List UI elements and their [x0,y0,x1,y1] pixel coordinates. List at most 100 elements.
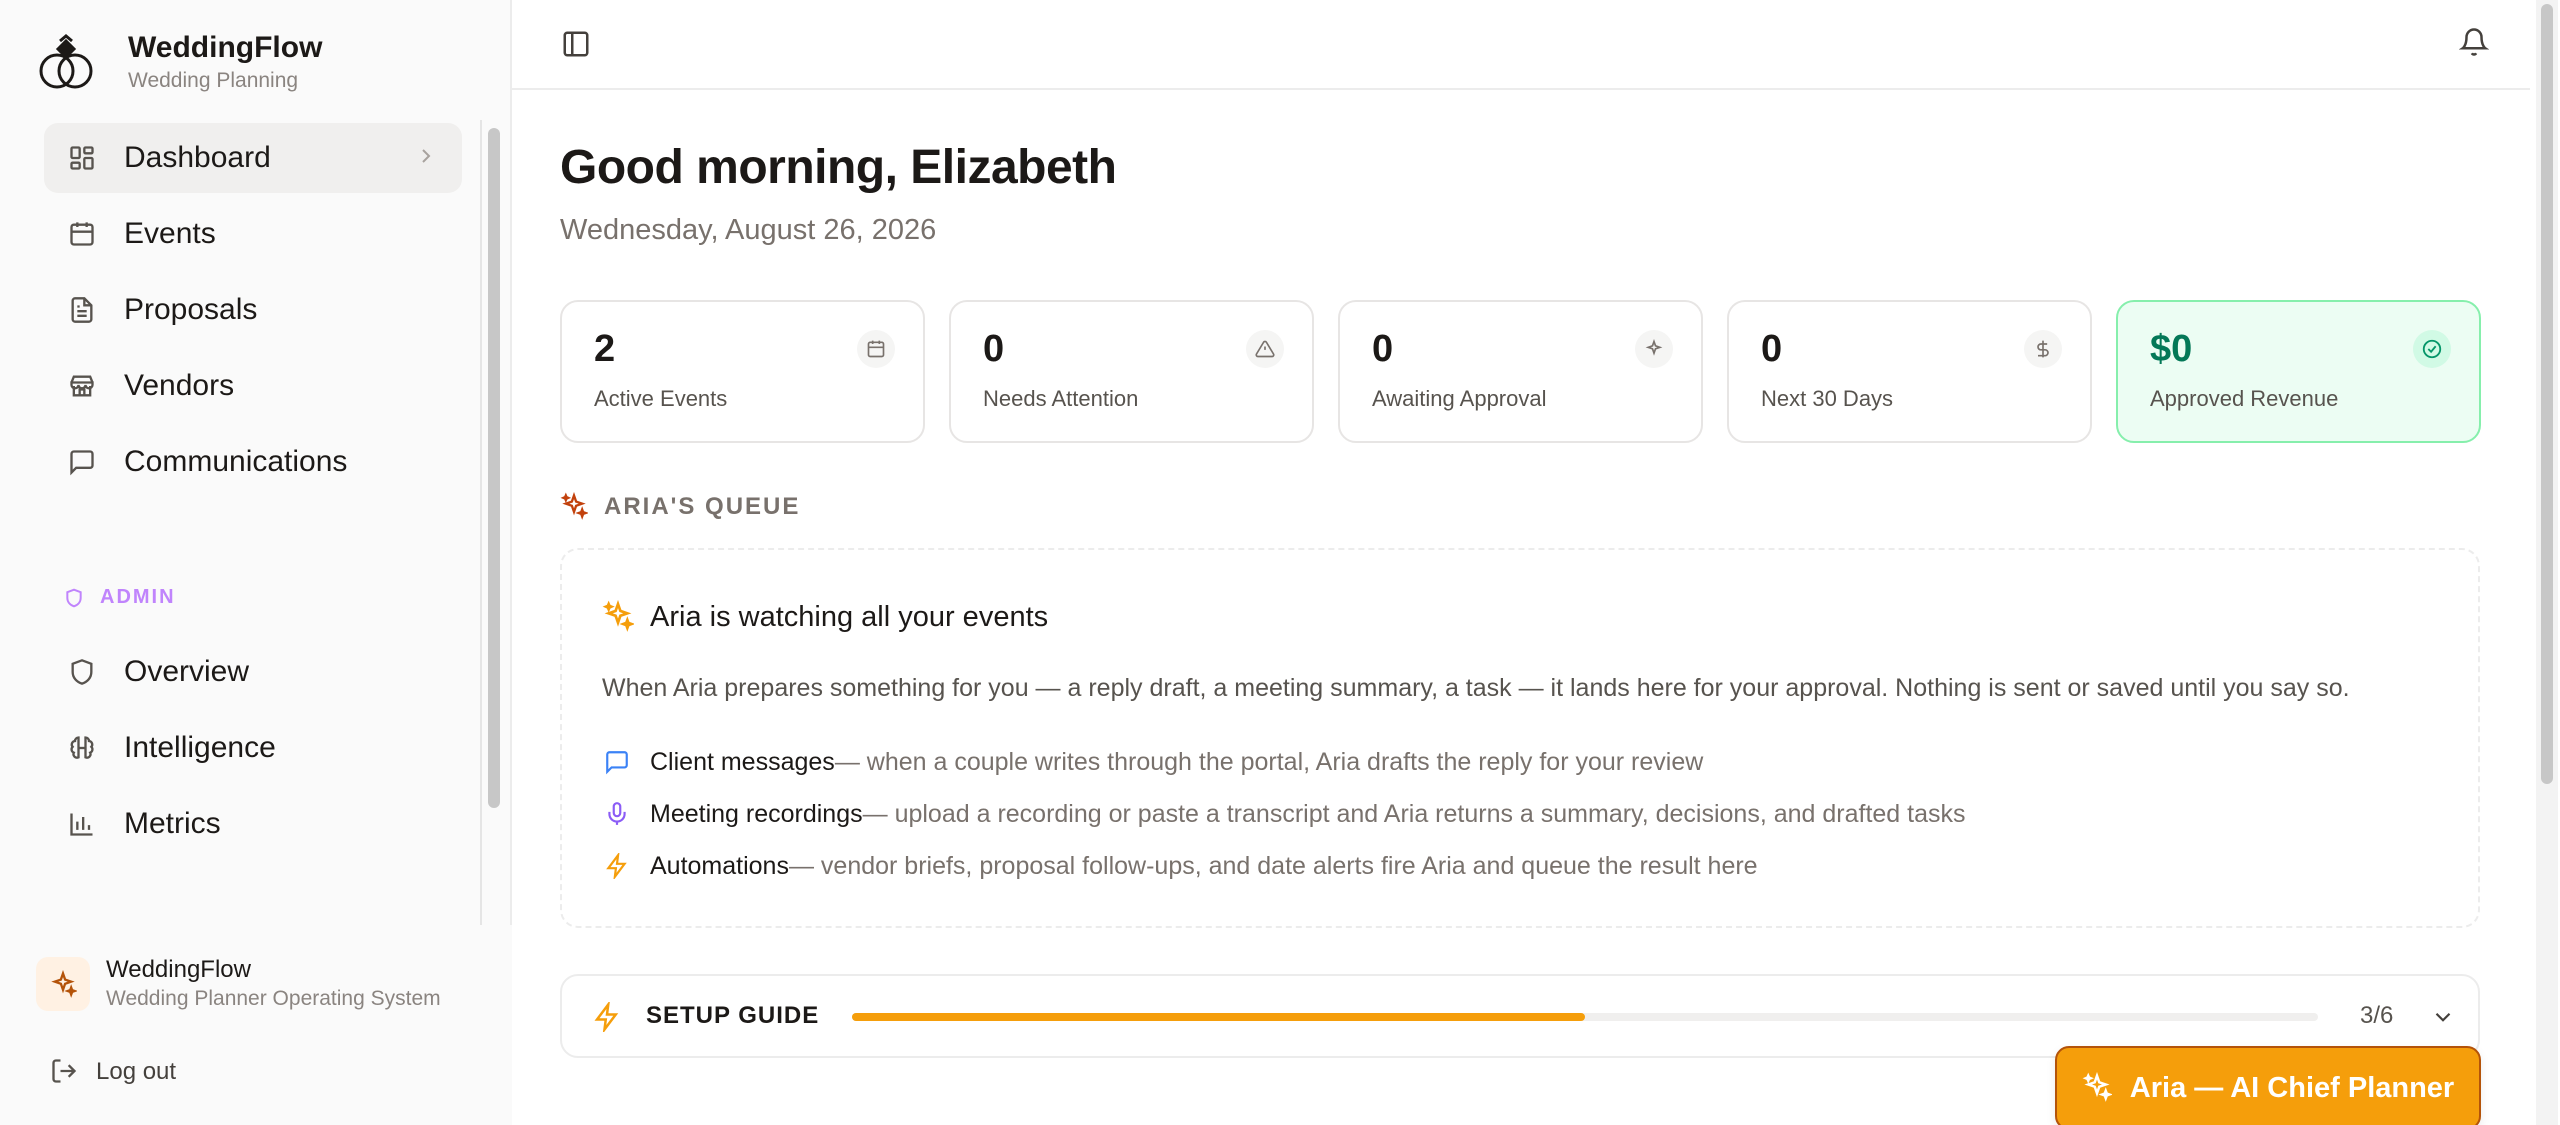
sidebar-item-vendors[interactable]: Vendors [44,351,462,421]
dashboard-icon [66,142,98,174]
sidebar-item-label: Vendors [124,369,235,402]
sidebar-divider [480,120,482,925]
sparkles-icon [2082,1071,2114,1104]
rings-logo-icon [32,31,100,95]
stat-card-next-30-days[interactable]: 0 Next 30 Days [1727,300,2092,443]
admin-section-label: ADMIN [64,586,176,609]
sidebar-item-dashboard[interactable]: Dashboard [44,123,462,193]
brain-icon [66,732,98,764]
sidebar-item-label: Events [124,217,216,250]
stat-label: Needs Attention [983,386,1139,411]
zap-icon [602,851,632,881]
main-nav: Dashboard Events Proposals Vendors Commu… [44,123,462,503]
list-item: Automations — vendor briefs, proposal fo… [602,840,1966,892]
stat-label: Active Events [594,386,728,411]
bell-icon [2459,28,2489,56]
file-text-icon [66,294,98,326]
sidebar-toggle-button[interactable] [556,24,596,64]
chevron-right-icon [414,144,438,173]
setup-guide-title: SETUP GUIDE [646,1002,820,1029]
stat-label: Approved Revenue [2150,386,2339,411]
brand-name: WeddingFlow [128,31,323,64]
list-item-title: Meeting recordings [650,799,863,828]
chat-icon [602,747,632,777]
sidebar-item-communications[interactable]: Communications [44,427,462,497]
main-content: Good morning, Elizabeth Wednesday, Augus… [512,0,2560,1125]
sidebar-item-label: Communications [124,445,348,478]
list-item-text: — vendor briefs, proposal follow-ups, an… [788,851,1758,880]
calendar-icon [857,330,895,368]
aria-button-label: Aria — AI Chief Planner [2129,1071,2455,1104]
list-item-text: — when a couple writes through the porta… [834,747,1704,776]
calendar-icon [66,218,98,250]
sidebar-item-label: Metrics [124,807,221,840]
logout-icon [50,1057,80,1087]
sparkles-icon [36,957,90,1011]
sidebar-item-label: Dashboard [124,141,271,174]
list-item-text: — upload a recording or paste a transcri… [862,799,1966,828]
bar-chart-icon [66,808,98,840]
sidebar-item-overview[interactable]: Overview [44,637,462,707]
brand-subtitle: Wedding Planning [128,69,299,92]
list-item-title: Client messages [650,747,835,776]
stat-card-active-events[interactable]: 2 Active Events [560,300,925,443]
section-title-text: ARIA'S QUEUE [604,493,801,520]
sidebar-item-events[interactable]: Events [44,199,462,269]
sidebar-item-label: Intelligence [124,731,276,764]
stat-card-awaiting-approval[interactable]: 0 Awaiting Approval [1338,300,1703,443]
sparkles-icon [1635,330,1673,368]
setup-progress-bar [852,1013,2318,1021]
sidebar-item-metrics[interactable]: Metrics [44,789,462,859]
section-title-aria-queue: ARIA'S QUEUE [560,491,801,522]
current-date: Wednesday, August 26, 2026 [560,214,937,246]
list-item: Meeting recordings — upload a recording … [602,788,1966,840]
stats-row: 2 Active Events 0 Needs Attention 0 Awai… [560,300,2481,443]
list-item: Client messages — when a couple writes t… [602,736,1966,788]
admin-label-text: ADMIN [100,586,176,608]
setup-progress-count: 3/6 [2360,1002,2394,1029]
queue-feature-list: Client messages — when a couple writes t… [602,736,1966,892]
zap-icon [592,999,624,1035]
aria-queue-empty-state: Aria is watching all your events When Ar… [560,548,2480,928]
dollar-icon [2024,330,2062,368]
stat-value: 0 [1372,328,1394,370]
stat-value: 0 [1761,328,1783,370]
org-info: WeddingFlow Wedding Planner Operating Sy… [36,955,441,1013]
panel-left-icon [563,31,589,57]
list-item-title: Automations [650,851,789,880]
notifications-button[interactable] [2454,22,2494,62]
sidebar-item-intelligence[interactable]: Intelligence [44,713,462,783]
mic-icon [602,799,632,829]
sidebar-item-label: Overview [124,655,250,688]
logout-button[interactable]: Log out [50,1057,176,1087]
logout-label: Log out [96,1058,177,1085]
queue-heading: Aria is watching all your events [602,599,1049,634]
stat-value: 0 [983,328,1005,370]
stat-card-approved-revenue[interactable]: $0 Approved Revenue [2116,300,2481,443]
sparkles-icon [602,599,636,634]
topbar [512,0,2530,90]
aria-chief-planner-button[interactable]: Aria — AI Chief Planner [2055,1046,2481,1125]
sidebar-item-label: Proposals [124,293,258,326]
sidebar-item-proposals[interactable]: Proposals [44,275,462,345]
stat-label: Next 30 Days [1761,386,1894,411]
page-scrollbar-thumb[interactable] [2541,4,2553,784]
sparkles-icon [560,491,590,522]
message-icon [66,446,98,478]
queue-heading-text: Aria is watching all your events [650,600,1049,633]
stat-value: $0 [2150,328,2193,370]
stat-label: Awaiting Approval [1372,386,1547,411]
stat-value: 2 [594,328,616,370]
admin-nav: Overview Intelligence Metrics [44,637,462,865]
shield-icon [64,587,86,609]
sidebar-scrollbar[interactable] [488,128,500,808]
brand[interactable]: WeddingFlow Wedding Planning [32,30,322,96]
store-icon [66,370,98,402]
sidebar-footer: WeddingFlow Wedding Planner Operating Sy… [0,925,512,1125]
page-scrollbar[interactable] [2536,0,2558,1125]
shield-icon [66,656,98,688]
page-title: Good morning, Elizabeth [560,141,1117,194]
stat-card-needs-attention[interactable]: 0 Needs Attention [949,300,1314,443]
chevron-down-icon[interactable] [2430,1004,2458,1032]
org-name: WeddingFlow [106,956,251,983]
